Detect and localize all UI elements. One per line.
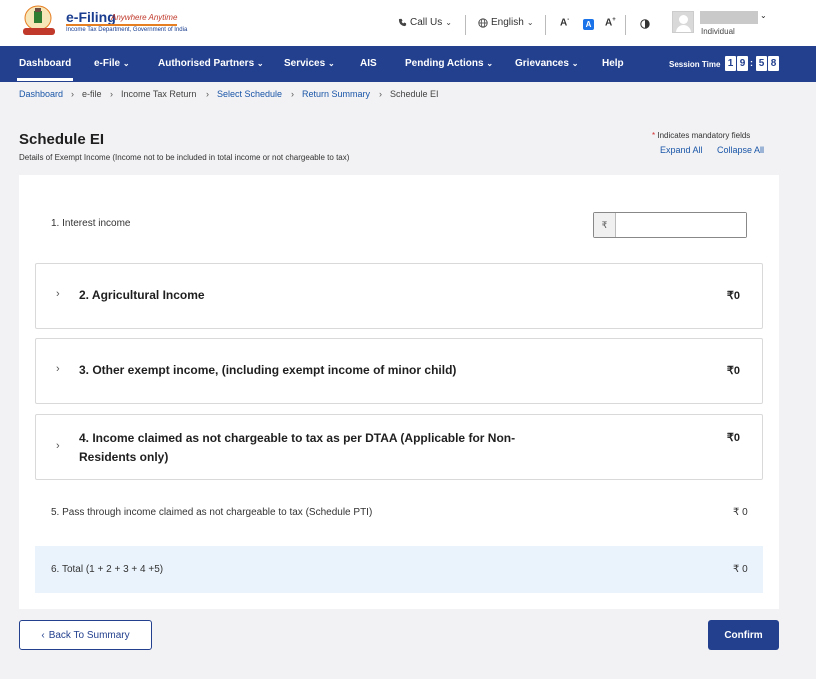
logo-tagline: Anywhere Anytime [111,13,178,22]
interest-income-input[interactable] [617,213,746,237]
accordion-value: ₹0 [726,365,740,377]
session-digit: 8 [768,56,779,71]
contrast-icon[interactable] [640,19,650,29]
chevron-down-icon: ⌄ [526,18,534,27]
breadcrumb-income-tax-return: Income Tax Return [121,89,197,99]
nav-item-pending-actions[interactable]: Pending Actions ⌄ [405,58,493,69]
breadcrumb-separator: › [379,89,382,99]
nav-item-grievances[interactable]: Grievances ⌄ [515,58,578,69]
collapse-all-link[interactable]: Collapse All [717,145,764,155]
total-value: ₹ 0 [733,564,748,575]
font-normal-button[interactable]: A [583,19,594,30]
breadcrumb-dashboard[interactable]: Dashboard [19,89,63,99]
nav-item-label: Services [284,58,326,69]
breadcrumb-separator: › [206,89,209,99]
chevron-right-icon[interactable]: › [56,288,60,300]
chevron-left-icon: ‹ [41,629,45,641]
rupee-icon: ₹ [594,213,616,237]
mandatory-text: Indicates mandatory fields [657,131,751,140]
nav-item-label: Pending Actions [405,58,484,69]
accordion-value: ₹0 [726,432,740,444]
accordion-title: 2. Agricultural Income [79,288,205,302]
chevron-down-icon[interactable]: ⌄ [760,11,767,20]
confirm-button[interactable]: Confirm [708,620,779,650]
main-nav: Dashboard e-File ⌄ Authorised Partners ⌄… [0,46,816,82]
mandatory-note: * Indicates mandatory fields [652,131,750,140]
back-to-summary-label: Back To Summary [48,629,130,641]
avatar[interactable] [672,11,694,33]
logo-subtitle: Income Tax Department, Government of Ind… [66,27,188,33]
accordion-title: 3. Other exempt income, (including exemp… [79,363,457,377]
header-divider [625,15,626,35]
call-us-label: Call Us [410,17,443,28]
page-subtitle: Details of Exempt Income (Income not to … [19,153,350,162]
nav-item-dashboard[interactable]: Dashboard [16,58,74,81]
user-role: Individual [701,27,735,36]
session-digit: 5 [756,56,767,71]
font-decrease-button[interactable]: A- [560,17,569,28]
call-us-dropdown[interactable]: Call Us ⌄ [398,17,452,28]
breadcrumb-efile: e-file [82,89,102,99]
logo-title[interactable]: e-Filing [66,9,116,25]
pti-income-value: ₹ 0 [733,507,748,518]
chevron-down-icon: ⌄ [327,59,335,68]
nav-item-ais[interactable]: AIS [360,58,377,69]
emblem-logo-icon[interactable] [20,4,60,38]
globe-icon [478,17,488,28]
nav-item-help[interactable]: Help [602,58,624,69]
session-time-label: Session Time [669,60,721,69]
accordion-title: 4. Income claimed as not chargeable to t… [79,431,516,464]
session-digit: 1 [725,56,736,71]
accordion-agricultural-income[interactable]: › 2. Agricultural Income ₹0 [35,263,763,329]
user-name-redacted[interactable] [700,11,758,24]
chevron-down-icon: ⌄ [122,59,130,68]
nav-item-label: Grievances [515,58,569,69]
nav-item-authorised-partners[interactable]: Authorised Partners ⌄ [158,58,264,69]
breadcrumb-select-schedule[interactable]: Select Schedule [217,89,282,99]
accordion-other-exempt-income[interactable]: › 3. Other exempt income, (including exe… [35,338,763,404]
breadcrumb-return-summary[interactable]: Return Summary [302,89,370,99]
interest-income-field[interactable]: ₹ [593,212,747,238]
back-to-summary-button[interactable]: ‹ Back To Summary [19,620,152,650]
chevron-down-icon: ⌄ [486,59,494,68]
font-normal-label: A [585,20,592,29]
chevron-down-icon: ⌄ [445,18,452,27]
accordion-value: ₹0 [726,290,740,302]
page-title: Schedule EI [19,131,105,148]
chevron-down-icon: ⌄ [256,59,264,68]
breadcrumb-separator: › [291,89,294,99]
accordion-dtaa-income[interactable]: › 4. Income claimed as not chargeable to… [35,414,763,480]
expand-all-link[interactable]: Expand All [660,145,703,155]
session-separator: : [750,58,753,68]
language-label: English [491,17,524,28]
breadcrumb-separator: › [110,89,113,99]
mandatory-star: * [652,131,656,140]
chevron-right-icon[interactable]: › [56,363,60,375]
font-increase-button[interactable]: A+ [605,17,616,28]
nav-item-efile[interactable]: e-File ⌄ [94,58,130,69]
language-dropdown[interactable]: English ⌄ [478,17,534,28]
header-divider [545,15,546,35]
chevron-down-icon: ⌄ [571,59,579,68]
total-label: 6. Total (1 + 2 + 3 + 4 +5) [51,564,164,575]
logo-underline [66,24,177,26]
session-digit: 9 [737,56,748,71]
interest-income-label: 1. Interest income [51,218,131,229]
header-divider [465,15,466,35]
top-header: e-Filing Anywhere Anytime Income Tax Dep… [0,0,816,46]
chevron-right-icon[interactable]: › [56,440,60,452]
breadcrumb-schedule-ei: Schedule EI [390,89,439,99]
breadcrumb-separator: › [71,89,74,99]
phone-icon [398,18,407,27]
nav-item-services[interactable]: Services ⌄ [284,58,335,69]
nav-item-label: Authorised Partners [158,58,255,69]
pti-income-label: 5. Pass through income claimed as not ch… [51,507,373,518]
nav-item-label: e-File [94,58,121,69]
